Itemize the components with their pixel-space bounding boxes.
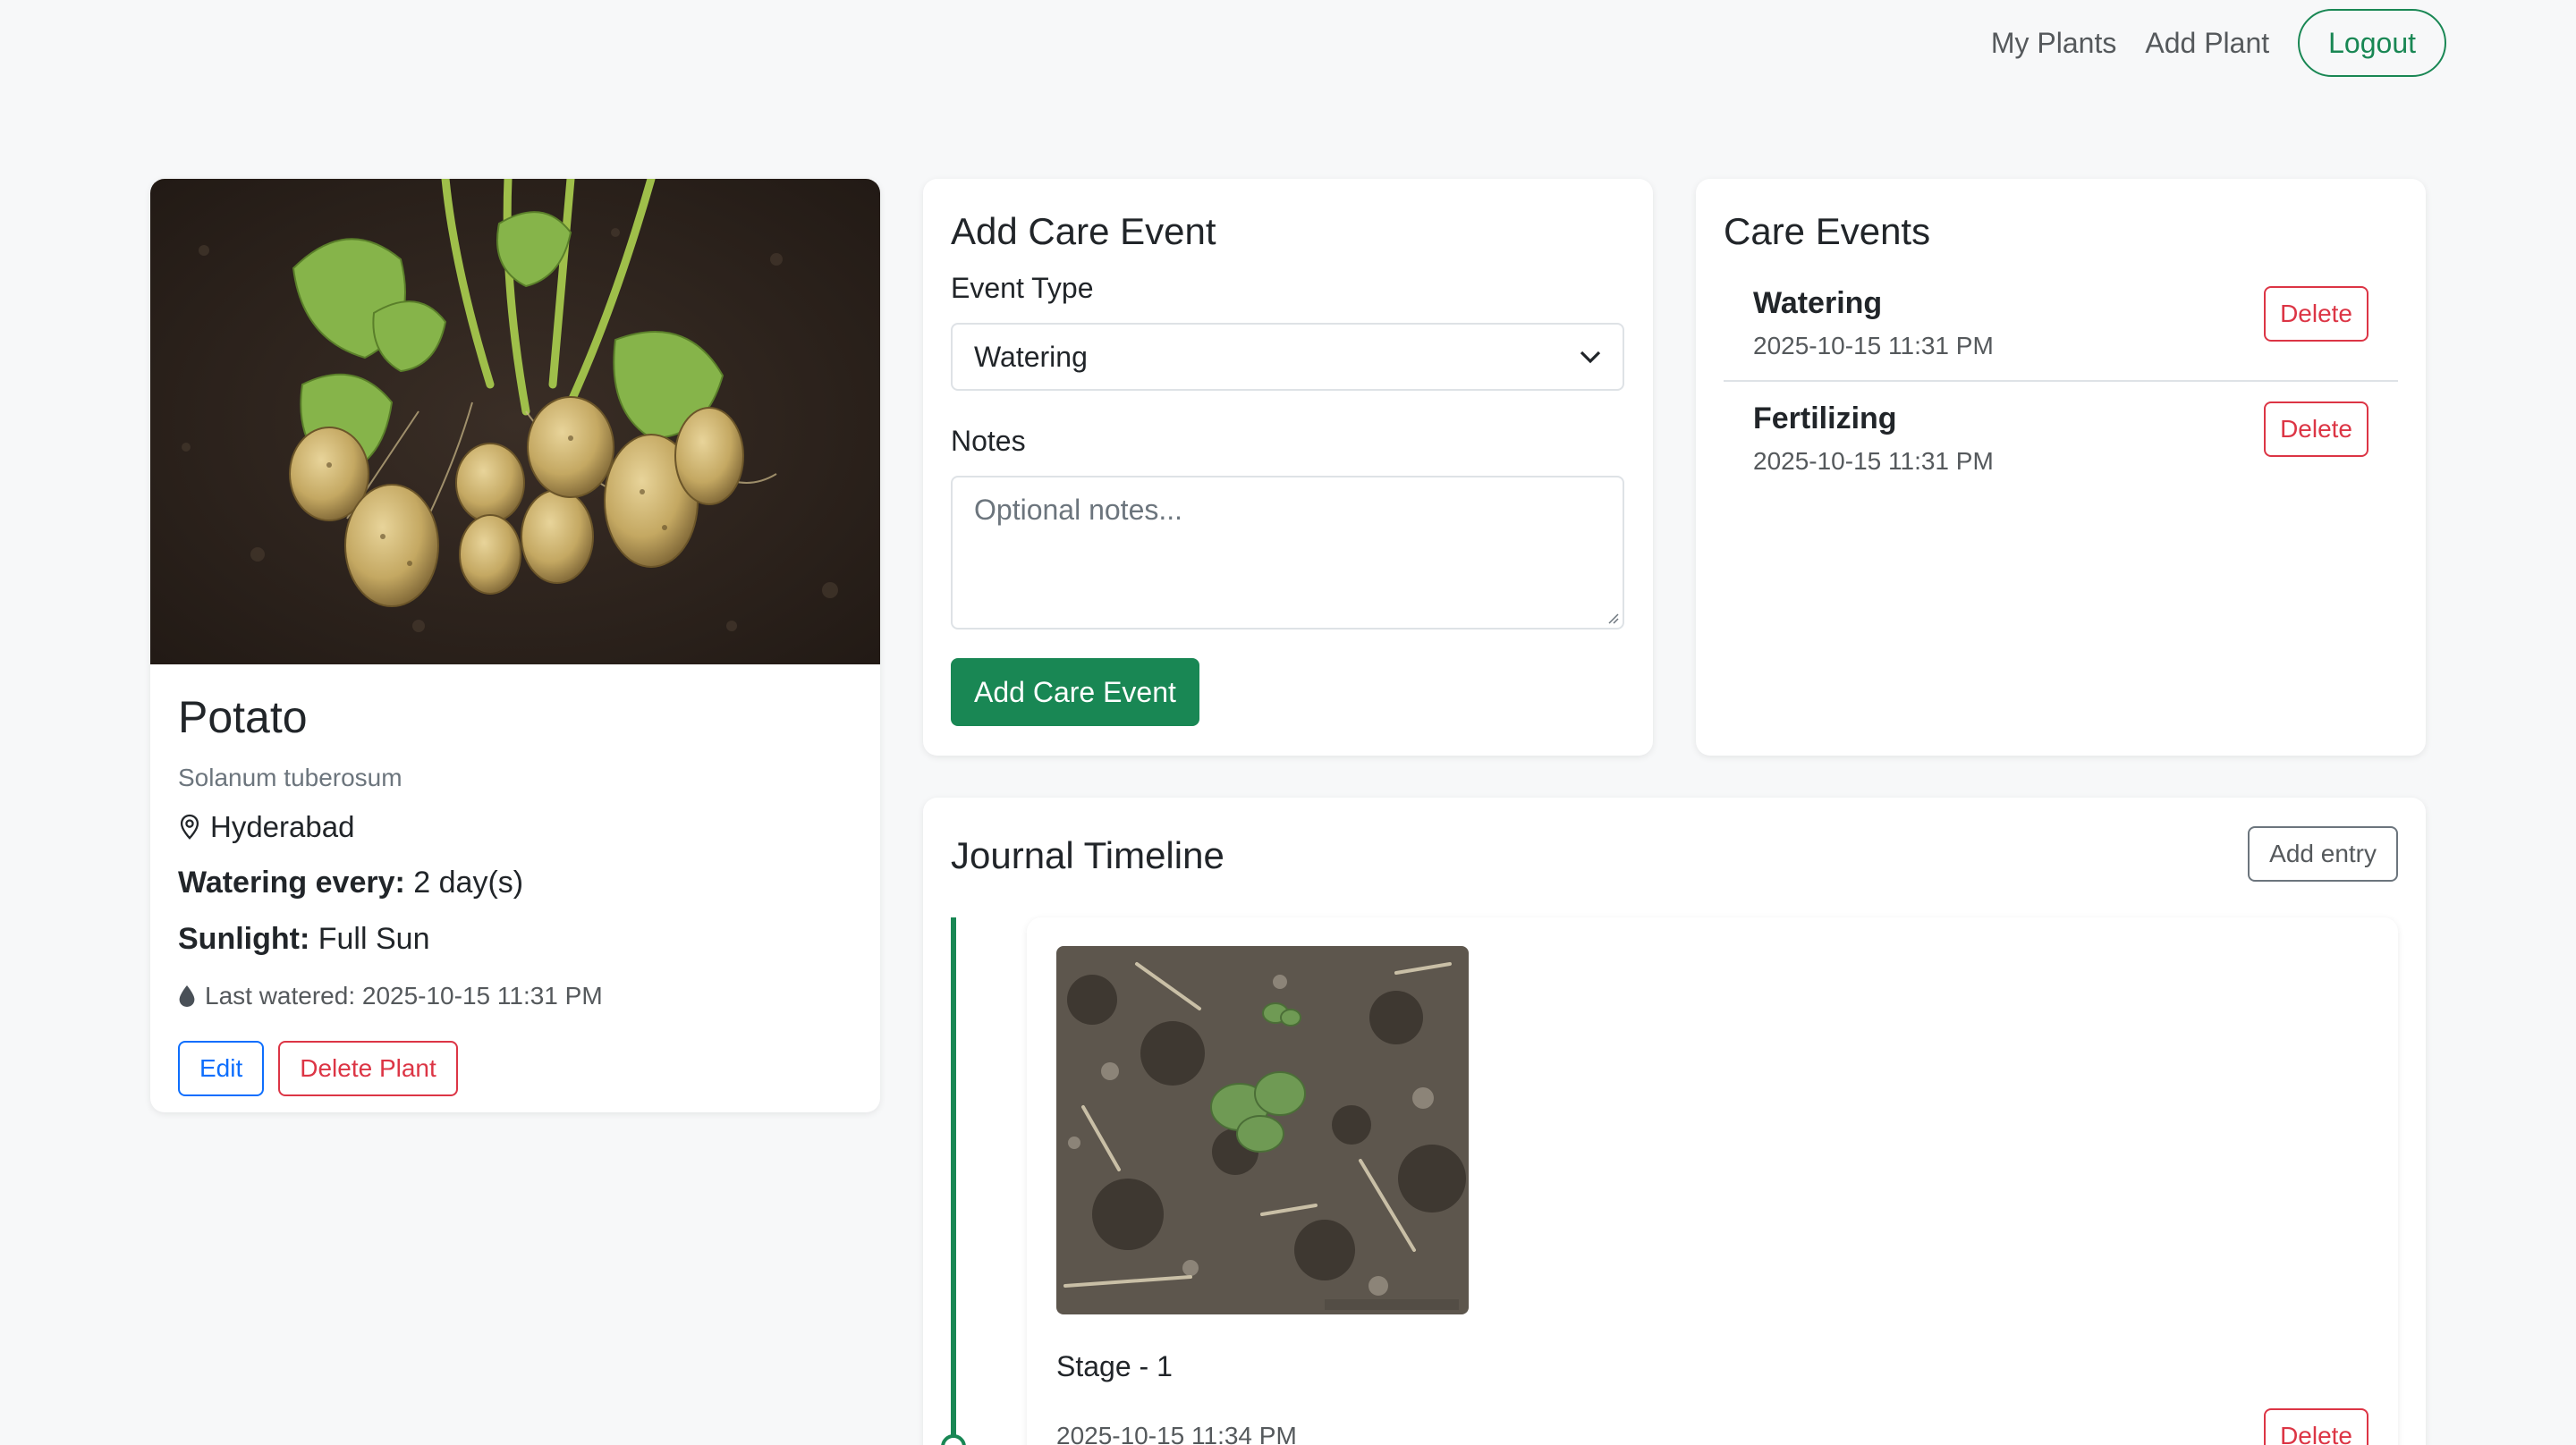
notes-placeholder: Optional notes... (974, 494, 1183, 527)
nav-my-plants[interactable]: My Plants (1991, 27, 2116, 60)
logout-button[interactable]: Logout (2298, 9, 2446, 77)
care-events-title: Care Events (1724, 210, 1931, 252)
care-event-time: 2025-10-15 11:31 PM (1753, 447, 1994, 476)
care-event-name: Fertilizing (1753, 401, 1897, 436)
top-nav: My Plants Add Plant Logout (1991, 9, 2446, 77)
chevron-down-icon (1580, 351, 1601, 364)
watering-value: 2 day(s) (413, 866, 524, 900)
care-event-time: 2025-10-15 11:31 PM (1753, 332, 1994, 360)
journal-entry-photo (1056, 946, 1469, 1314)
last-watered-text: Last watered: 2025-10-15 11:31 PM (205, 982, 603, 1010)
sunlight-value: Full Sun (318, 922, 430, 956)
plant-last-watered: Last watered: 2025-10-15 11:31 PM (178, 982, 852, 1010)
journal-entry-footer: 2025-10-15 11:34 PM Delete (1056, 1408, 2368, 1445)
resize-handle-icon[interactable] (1606, 612, 1619, 624)
timeline-dot (941, 1434, 966, 1445)
timeline-line (951, 917, 956, 1445)
journal-header: Journal Timeline Add entry (951, 826, 2398, 882)
notes-label: Notes (951, 425, 1026, 458)
delete-journal-entry-button[interactable]: Delete (2264, 1408, 2368, 1445)
add-care-event-title: Add Care Event (951, 210, 1216, 252)
add-care-event-card: Add Care Event Event Type Watering Notes… (923, 179, 1653, 756)
care-events-card: Care Events Watering 2025-10-15 11:31 PM… (1696, 179, 2426, 756)
watering-label: Watering every: (178, 866, 405, 900)
plant-location: Hyderabad (178, 810, 852, 844)
event-type-select[interactable]: Watering (951, 323, 1624, 392)
care-event-name: Watering (1753, 286, 1883, 321)
plant-sunlight: Sunlight: Full Sun (178, 922, 852, 957)
plant-actions: Edit Delete Plant (178, 1041, 852, 1096)
map-pin-icon (180, 814, 199, 840)
plant-name: Potato (178, 692, 308, 742)
delete-plant-button[interactable]: Delete Plant (278, 1041, 458, 1096)
journal-entry-title: Stage - 1 (1056, 1350, 1173, 1382)
nav-add-plant[interactable]: Add Plant (2145, 27, 2269, 60)
delete-care-event-button[interactable]: Delete (2264, 401, 2368, 458)
plant-watering: Watering every: 2 day(s) (178, 866, 852, 900)
plant-location-text: Hyderabad (210, 810, 355, 843)
care-events-list: Watering 2025-10-15 11:31 PM Delete Fert… (1724, 266, 2398, 495)
journal-entry-time: 2025-10-15 11:34 PM (1056, 1422, 1297, 1445)
event-type-label: Event Type (951, 272, 1094, 305)
plant-scientific-name: Solanum tuberosum (178, 764, 402, 791)
plant-photo (150, 179, 880, 664)
edit-plant-button[interactable]: Edit (178, 1041, 265, 1096)
droplet-icon (179, 985, 195, 1007)
plant-card: Potato Solanum tuberosum Hyderabad Water… (150, 179, 880, 1112)
notes-textarea[interactable]: Optional notes... (951, 476, 1624, 630)
care-event-item: Watering 2025-10-15 11:31 PM Delete (1724, 266, 2398, 380)
journal-timeline-card: Journal Timeline Add entry Stage - 1 202… (923, 798, 2426, 1445)
journal-title: Journal Timeline (951, 833, 1224, 876)
add-care-event-button[interactable]: Add Care Event (951, 658, 1199, 727)
add-entry-button[interactable]: Add entry (2248, 826, 2398, 882)
delete-care-event-button[interactable]: Delete (2264, 286, 2368, 342)
event-type-value: Watering (974, 340, 1088, 373)
journal-entry: Stage - 1 2025-10-15 11:34 PM Delete (1027, 917, 2398, 1445)
care-event-item: Fertilizing 2025-10-15 11:31 PM Delete (1724, 380, 2398, 495)
sunlight-label: Sunlight: (178, 922, 310, 956)
